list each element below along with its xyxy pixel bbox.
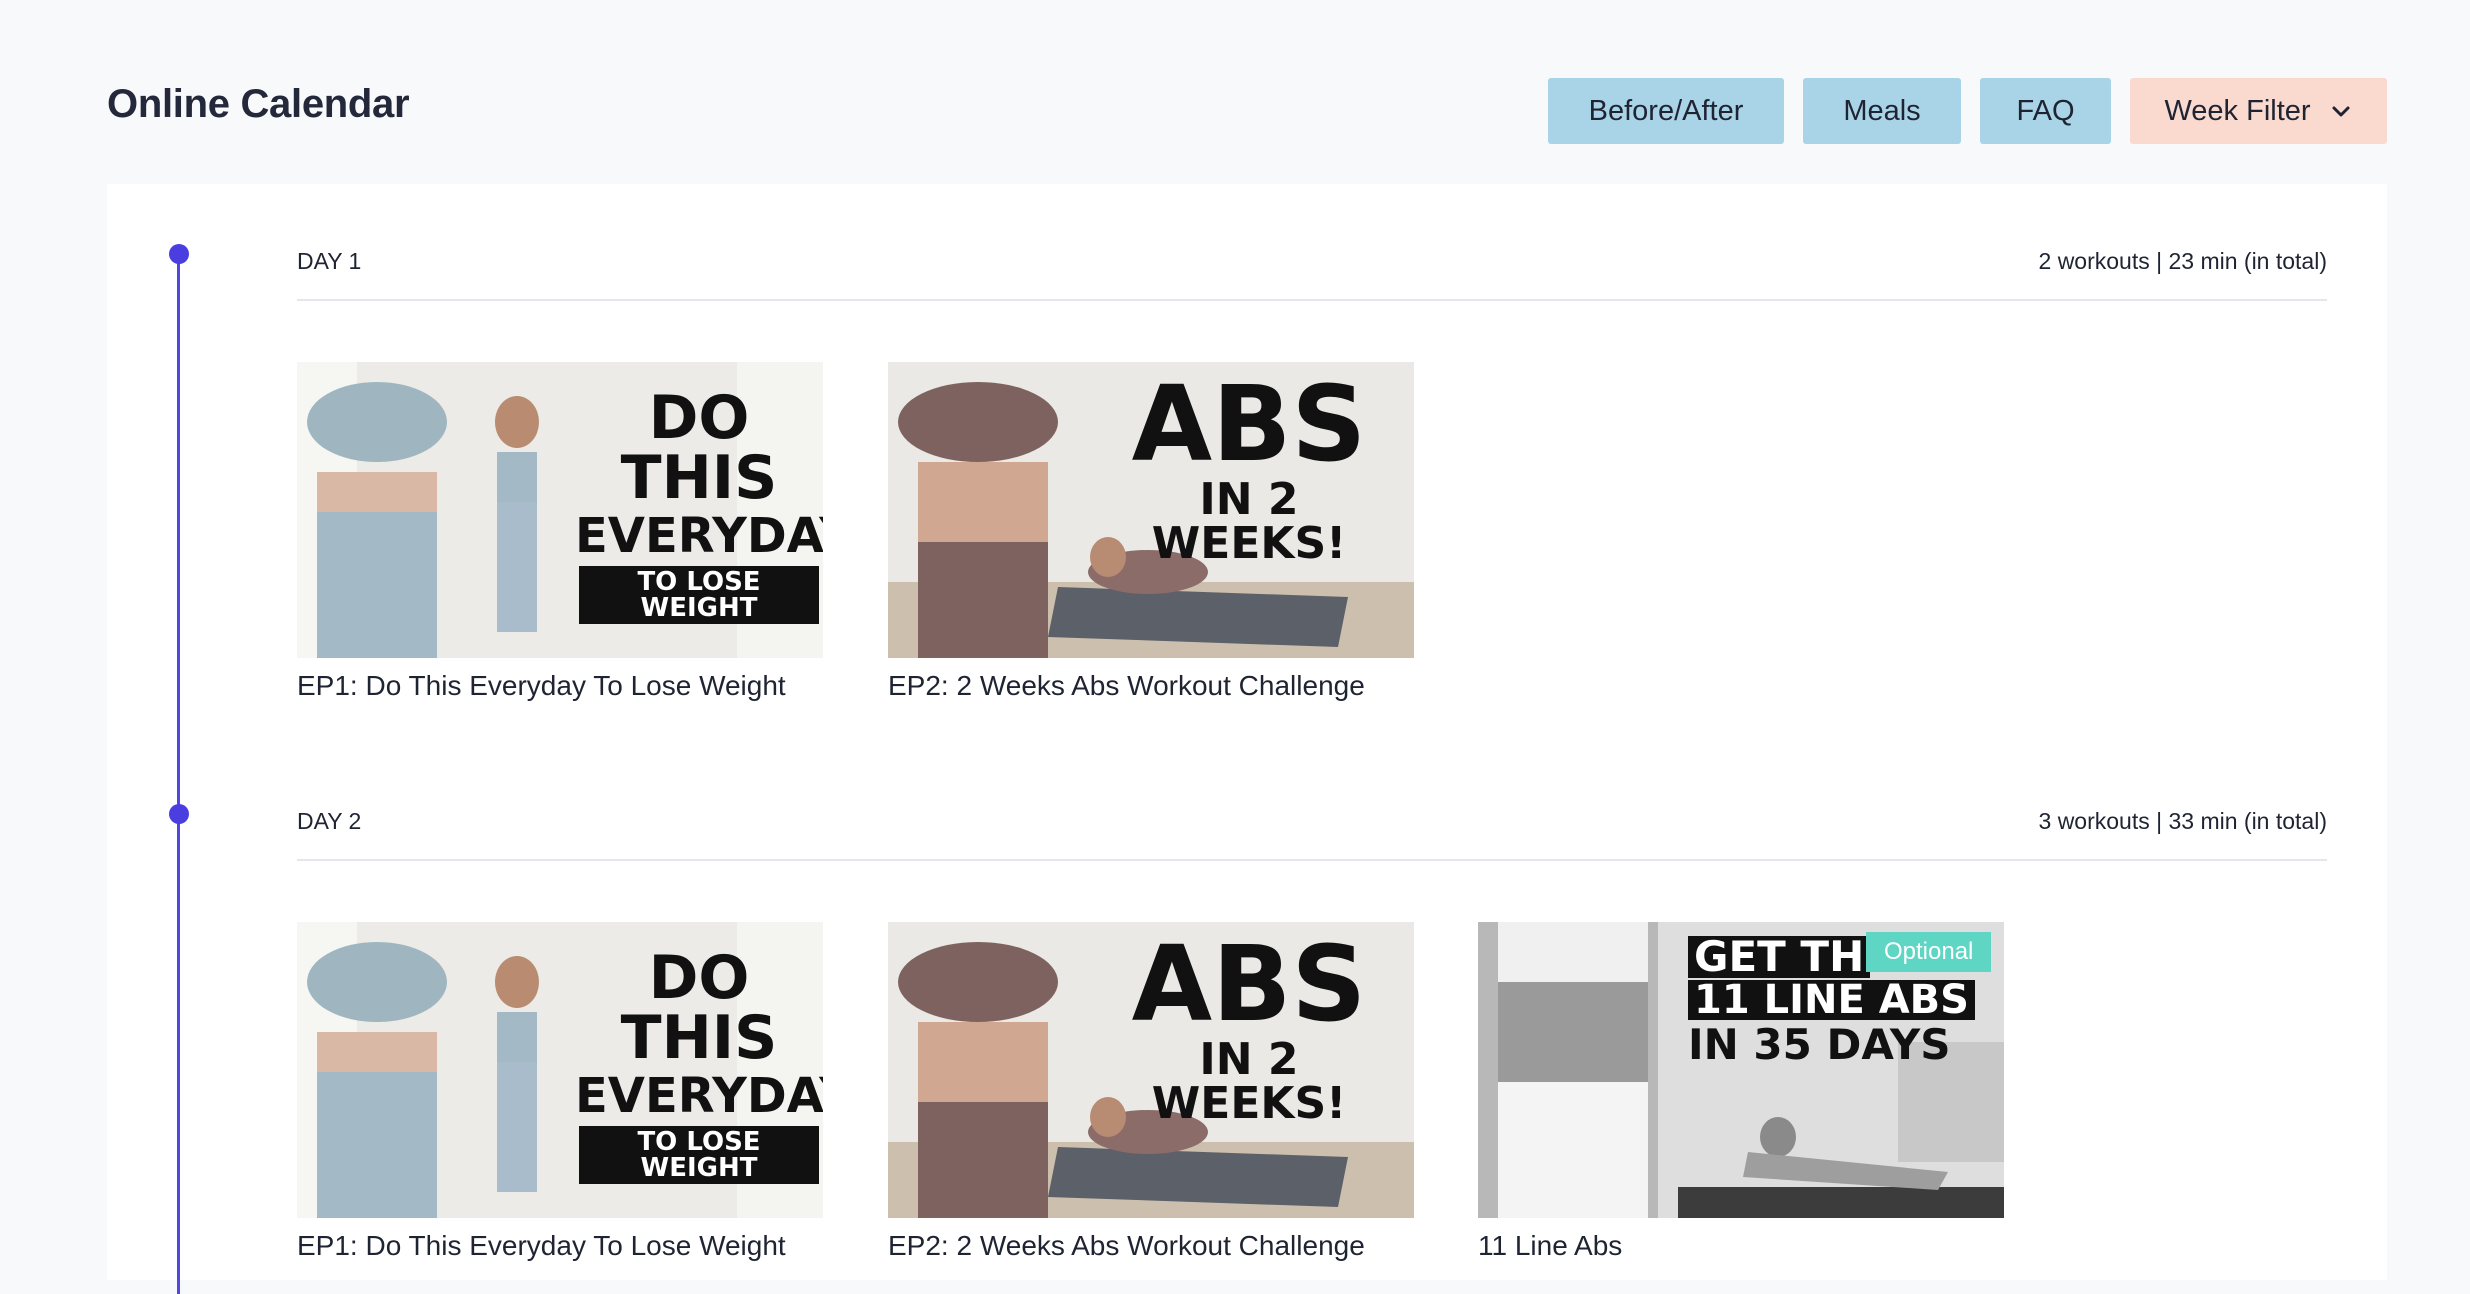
thumbnail-headline: TO LOSE WEIGHT xyxy=(579,1126,819,1184)
workout-card[interactable]: GET TH 11 LINE ABS IN 35 DAYS Optional 1… xyxy=(1478,922,2004,1262)
faq-button[interactable]: FAQ xyxy=(1980,78,2111,144)
workout-title[interactable]: EP1: Do This Everyday To Lose Weight xyxy=(297,670,823,702)
workout-thumbnail[interactable]: DO THIS EVERYDAY TO LOSE WEIGHT xyxy=(297,362,823,658)
workout-card[interactable]: ABS IN 2 WEEKS! EP2: 2 Weeks Abs Workout… xyxy=(888,922,1414,1262)
thumbnail-headline: EVERYDAY xyxy=(575,508,823,564)
thumbnail-headline: EVERYDAY xyxy=(575,1068,823,1124)
week-filter-dropdown[interactable]: Week Filter xyxy=(2130,78,2387,144)
day-label: DAY 1 xyxy=(297,248,362,274)
workout-thumbnail[interactable]: ABS IN 2 WEEKS! xyxy=(888,922,1414,1218)
thumbnail-headline: IN 2 WEEKS! xyxy=(1151,1034,1347,1129)
day-divider xyxy=(297,859,2327,861)
timeline-dot xyxy=(169,804,189,824)
thumbnail-headline: ABS xyxy=(1131,363,1367,485)
thumbnail-text: ABS IN 2 WEEKS! xyxy=(1104,372,1394,566)
optional-badge: Optional xyxy=(1866,932,1992,972)
thumbnail-headline: DO THIS xyxy=(620,383,778,513)
thumbnail-headline: DO THIS xyxy=(620,943,778,1073)
workout-title[interactable]: 11 Line Abs xyxy=(1478,1230,2004,1262)
day-label: DAY 2 xyxy=(297,808,362,834)
timeline-line xyxy=(177,254,180,1294)
thumbnail-text: ABS IN 2 WEEKS! xyxy=(1104,932,1394,1126)
day-summary: 3 workouts | 33 min (in total) xyxy=(2038,808,2327,834)
workout-title[interactable]: EP2: 2 Weeks Abs Workout Challenge xyxy=(888,1230,1414,1262)
meals-button[interactable]: Meals xyxy=(1803,78,1961,144)
header: Online Calendar Before/After Meals FAQ W… xyxy=(0,0,2470,184)
workout-thumbnail[interactable]: ABS IN 2 WEEKS! xyxy=(888,362,1414,658)
thumbnail-headline: 11 LINE ABS xyxy=(1688,980,1975,1020)
thumbnail-headline: IN 2 WEEKS! xyxy=(1151,474,1347,569)
thumbnail-headline: ABS xyxy=(1131,923,1367,1045)
thumbnail-headline: GET TH xyxy=(1688,936,1871,978)
chevron-down-icon xyxy=(2332,106,2350,117)
thumbnail-headline: TO LOSE WEIGHT xyxy=(579,566,819,624)
workout-card[interactable]: DO THIS EVERYDAY TO LOSE WEIGHT EP1: Do … xyxy=(297,362,823,702)
meals-label: Meals xyxy=(1843,94,1921,127)
workout-card[interactable]: ABS IN 2 WEEKS! EP2: 2 Weeks Abs Workout… xyxy=(888,362,1414,702)
calendar-panel: DAY 1 2 workouts | 23 min (in total) DO … xyxy=(107,184,2387,1294)
thumbnail-text: DO THIS EVERYDAY TO LOSE WEIGHT xyxy=(575,388,823,624)
workout-title[interactable]: EP1: Do This Everyday To Lose Weight xyxy=(297,1230,823,1262)
before-after-button[interactable]: Before/After xyxy=(1548,78,1784,144)
workout-title[interactable]: EP2: 2 Weeks Abs Workout Challenge xyxy=(888,670,1414,702)
faq-label: FAQ xyxy=(2016,94,2075,127)
workout-thumbnail[interactable]: GET TH 11 LINE ABS IN 35 DAYS Optional xyxy=(1478,922,2004,1218)
workout-card[interactable]: DO THIS EVERYDAY TO LOSE WEIGHT EP1: Do … xyxy=(297,922,823,1262)
timeline-dot xyxy=(169,244,189,264)
week-filter-label: Week Filter xyxy=(2164,94,2311,127)
day-divider xyxy=(297,299,2327,301)
thumbnail-headline: IN 35 DAYS xyxy=(1688,1020,1951,1069)
page-title: Online Calendar xyxy=(107,82,410,126)
workout-thumbnail[interactable]: DO THIS EVERYDAY TO LOSE WEIGHT xyxy=(297,922,823,1218)
day-summary: 2 workouts | 23 min (in total) xyxy=(2038,248,2327,274)
before-after-label: Before/After xyxy=(1588,94,1744,127)
thumbnail-text: DO THIS EVERYDAY TO LOSE WEIGHT xyxy=(575,948,823,1184)
